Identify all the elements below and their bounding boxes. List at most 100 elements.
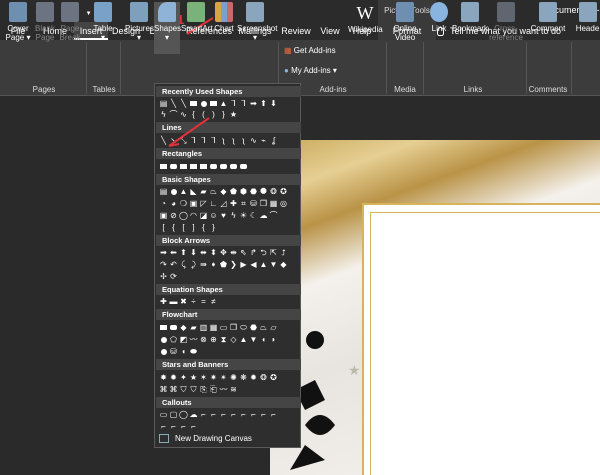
hexagon-shape-icon[interactable]: ⬢ [239,187,248,196]
arrow-right-shape-icon[interactable]: ➡ [159,248,168,257]
bevel-square-shape-icon[interactable]: ▣ [159,211,168,220]
flowchart-internal-storage-icon[interactable]: ▦ [209,323,218,332]
star-10-shape-icon[interactable]: ✺ [229,373,238,382]
not-equal-shape-icon[interactable]: ≠ [209,297,218,306]
arc-shape-icon[interactable]: ⌒ [269,211,278,220]
snip-rectangle-shape-icon[interactable] [189,162,198,171]
flowchart-collate-icon[interactable]: ⧗ [219,335,228,344]
flowchart-display-icon[interactable]: ⬬ [189,347,198,356]
u-turn-arrow-shape-icon[interactable]: ⮌ [259,248,268,257]
diamond-shape-icon[interactable]: ◆ [219,187,228,196]
frame-shape-icon[interactable]: ▣ [189,199,198,208]
flowchart-stored-data-icon[interactable]: ◖ [259,335,268,344]
arrow-left-right-shape-icon[interactable]: ⬌ [199,248,208,257]
plaque-shape-icon[interactable]: ⌗ [239,199,248,208]
pictures-button[interactable]: Pictures ▾ [125,2,154,42]
shapes-button[interactable]: Shapes ▾ [154,2,181,54]
flowchart-card-icon[interactable]: ◩ [179,335,188,344]
equal-shape-icon[interactable]: = [199,297,208,306]
round-rectangle-shape-icon[interactable] [229,162,238,171]
curve-shape-icon[interactable]: ∿ [249,136,258,145]
get-addins-button[interactable]: ▦ Get Add-ins [284,46,336,55]
double-wave-shape-icon[interactable]: ≋ [229,385,238,394]
right-triangle-shape-icon[interactable]: ◣ [189,187,198,196]
flowchart-sequential-storage-icon[interactable] [159,347,168,356]
callout-arrow-shape-icon[interactable]: ▲ [259,260,268,269]
ribbon-shape-icon[interactable]: ⌘ [169,385,178,394]
cross-shape-icon[interactable]: ✚ [229,199,238,208]
octagon-shape-icon[interactable]: ⯃ [259,187,268,196]
callout-line-icon[interactable]: ⌐ [169,422,178,431]
callout-arrow-shape-icon[interactable]: ◆ [279,260,288,269]
callout-arrow-shape-icon[interactable]: ✢ [159,272,168,281]
flowchart-merge-icon[interactable]: ▼ [249,335,258,344]
header-button[interactable]: Heade [575,2,600,33]
flowchart-punched-tape-icon[interactable]: 〰 [189,335,198,344]
callout-arrow-shape-icon[interactable]: ▼ [269,260,278,269]
ribbon-shape-icon[interactable]: ⌘ [159,385,168,394]
callout-line-icon[interactable]: ⌐ [229,410,238,419]
arrow-right-shape-icon[interactable]: ➡ [249,99,258,108]
circle-shape-icon[interactable]: ◯ [179,211,188,220]
wikipedia-button[interactable]: W Wikipedia [348,2,383,34]
flowchart-offpage-icon[interactable]: ⬠ [169,335,178,344]
l-shape-icon[interactable]: ∟ [209,199,218,208]
quad-arrow-shape-icon[interactable]: ✥ [219,248,228,257]
new-drawing-canvas-button[interactable]: New Drawing Canvas [159,434,252,444]
cloud-shape-icon[interactable]: ☁ [259,211,268,220]
scroll-shape-icon[interactable]: ⎘ [199,385,208,394]
curved-arrow-shape-icon[interactable]: ⤹ [179,260,188,269]
arrow-down-shape-icon[interactable]: ⬇ [269,99,278,108]
arrow-shape-icon[interactable]: ⇖ [239,248,248,257]
flowchart-decision-icon[interactable]: ◆ [179,323,188,332]
connector-shape-icon[interactable]: ⅂ [239,99,248,108]
oval-shape-icon[interactable] [169,187,178,196]
sun-shape-icon[interactable]: ☀ [239,211,248,220]
bevel-shape-icon[interactable]: ▦ [269,199,278,208]
flowchart-preparation-icon[interactable]: ⬣ [249,323,258,332]
cube-shape-icon[interactable]: ❒ [259,199,268,208]
pentagon-shape-icon[interactable]: ⬟ [229,187,238,196]
round-rectangle-shape-icon[interactable] [209,162,218,171]
flowchart-predefined-icon[interactable]: ▥ [199,323,208,332]
scribble-shape-icon[interactable]: ʆ [269,136,278,145]
online-video-button[interactable]: Online Video [391,2,419,42]
textbox-shape-icon[interactable]: ▤ [159,187,168,196]
arrow-left-shape-icon[interactable]: ⬅ [169,248,178,257]
connector-shape-icon[interactable]: ⅂ [229,99,238,108]
block-arc-shape-icon[interactable]: ◠ [189,211,198,220]
callout-line-icon[interactable]: ⌐ [159,422,168,431]
textbox-shape-icon[interactable]: ▤ [159,99,168,108]
callout-line-icon[interactable]: ⌐ [219,410,228,419]
ribbon-shape-icon[interactable]: ⛉ [179,385,188,394]
flowchart-delay-icon[interactable]: ◗ [269,335,278,344]
divide-shape-icon[interactable]: ÷ [189,297,198,306]
flowchart-manual-input-icon[interactable]: ⏢ [259,323,268,332]
flowchart-alternate-process-icon[interactable] [169,323,178,332]
arrow-up-shape-icon[interactable]: ⬆ [259,99,268,108]
curved-connector-shape-icon[interactable]: ʅ [219,136,228,145]
half-frame-shape-icon[interactable]: ◸ [199,199,208,208]
arrow-down-shape-icon[interactable]: ⬇ [189,248,198,257]
multiply-shape-icon[interactable]: ✖ [179,297,188,306]
diagonal-stripe-shape-icon[interactable]: ◿ [219,199,228,208]
explosion-shape-icon[interactable]: ✸ [159,373,168,382]
star-24-shape-icon[interactable]: ❂ [259,373,268,382]
flowchart-sort-icon[interactable]: ◇ [229,335,238,344]
star-4-shape-icon[interactable]: ✦ [179,373,188,382]
chevron-shape-icon[interactable]: ❯ [229,260,238,269]
can-shape-icon[interactable]: ⛁ [249,199,258,208]
heptagon-shape-icon[interactable]: ⬣ [249,187,258,196]
callout-arrow-shape-icon[interactable]: ◀ [249,260,258,269]
brace-pair-shape-icon[interactable]: { [169,223,178,232]
oval-shape-icon[interactable] [199,99,208,108]
rectangle-shape-icon[interactable] [209,99,218,108]
callout-oval-icon[interactable]: ◯ [179,410,188,419]
blank-page-button[interactable]: Blank Page [33,2,57,42]
curved-connector-shape-icon[interactable]: ʅ [229,136,238,145]
callout-cloud-icon[interactable]: ☁ [189,410,198,419]
folded-corner-shape-icon[interactable]: ◪ [199,211,208,220]
star-6-shape-icon[interactable]: ✶ [199,373,208,382]
flowchart-manual-operation-icon[interactable]: ⏥ [269,323,278,332]
star-8-shape-icon[interactable]: ✴ [219,373,228,382]
